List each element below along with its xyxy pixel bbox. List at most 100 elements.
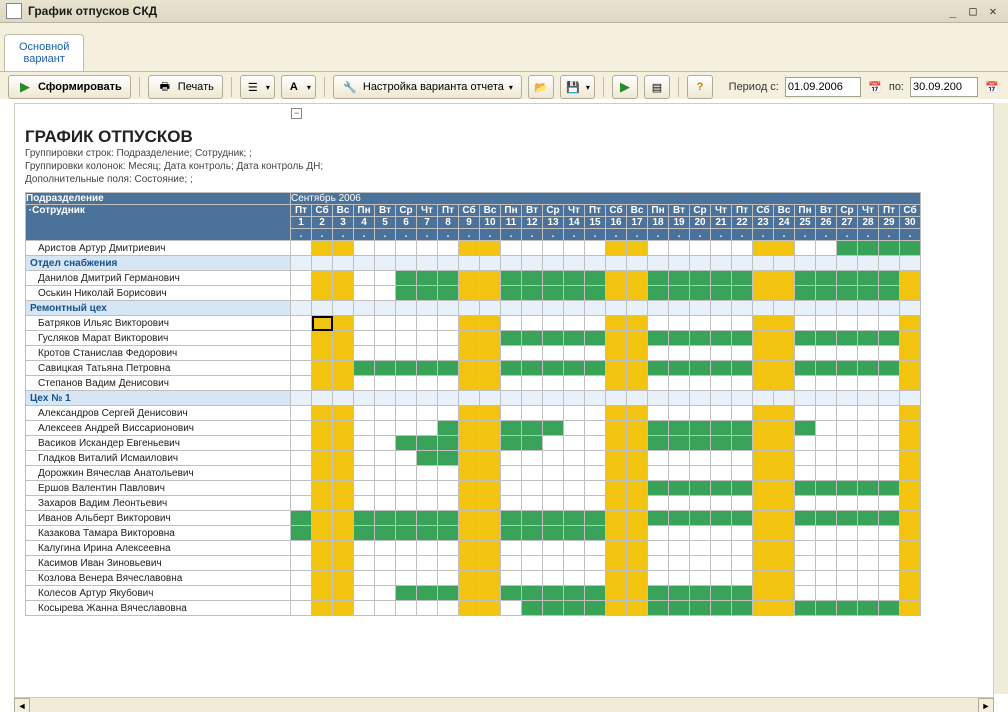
day-cell[interactable] xyxy=(669,601,690,616)
day-cell[interactable] xyxy=(795,571,816,586)
day-cell[interactable] xyxy=(837,526,858,541)
day-cell[interactable] xyxy=(732,271,753,286)
day-cell[interactable] xyxy=(858,346,879,361)
day-cell[interactable] xyxy=(522,271,543,286)
employee-row[interactable]: Савицкая Татьяна Петровна xyxy=(26,361,921,376)
day-cell[interactable] xyxy=(669,421,690,436)
day-cell[interactable] xyxy=(648,331,669,346)
day-cell[interactable] xyxy=(312,331,333,346)
period-from-input[interactable] xyxy=(785,77,861,97)
day-cell[interactable] xyxy=(879,496,900,511)
day-cell[interactable] xyxy=(795,481,816,496)
day-cell[interactable] xyxy=(501,601,522,616)
day-cell[interactable] xyxy=(501,481,522,496)
day-cell[interactable] xyxy=(816,316,837,331)
day-cell[interactable] xyxy=(774,376,795,391)
day-cell[interactable] xyxy=(396,346,417,361)
day-cell[interactable] xyxy=(438,346,459,361)
day-cell[interactable] xyxy=(879,286,900,301)
day-cell[interactable] xyxy=(333,601,354,616)
day-cell[interactable] xyxy=(711,286,732,301)
scroll-left-button[interactable]: ◄ xyxy=(14,698,30,712)
day-cell[interactable] xyxy=(690,271,711,286)
day-cell[interactable] xyxy=(543,466,564,481)
day-cell[interactable] xyxy=(816,586,837,601)
day-cell[interactable] xyxy=(648,571,669,586)
day-cell[interactable] xyxy=(312,496,333,511)
day-cell[interactable] xyxy=(816,451,837,466)
day-cell[interactable] xyxy=(375,316,396,331)
day-cell[interactable] xyxy=(459,406,480,421)
day-cell[interactable] xyxy=(333,316,354,331)
day-cell[interactable] xyxy=(858,496,879,511)
day-cell[interactable] xyxy=(606,526,627,541)
day-cell[interactable] xyxy=(669,271,690,286)
day-cell[interactable] xyxy=(774,436,795,451)
day-cell[interactable] xyxy=(669,316,690,331)
day-cell[interactable] xyxy=(333,556,354,571)
day-cell[interactable] xyxy=(501,286,522,301)
day-cell[interactable] xyxy=(627,541,648,556)
day-cell[interactable] xyxy=(690,556,711,571)
employee-row[interactable]: Кротов Станислав Федорович xyxy=(26,346,921,361)
day-cell[interactable] xyxy=(858,406,879,421)
day-cell[interactable] xyxy=(501,376,522,391)
day-cell[interactable] xyxy=(375,406,396,421)
day-cell[interactable] xyxy=(690,541,711,556)
day-cell[interactable] xyxy=(753,496,774,511)
employee-row[interactable]: Дорожкин Вячеслав Анатольевич xyxy=(26,466,921,481)
day-cell[interactable] xyxy=(858,571,879,586)
day-cell[interactable] xyxy=(837,496,858,511)
day-cell[interactable] xyxy=(900,316,921,331)
day-cell[interactable] xyxy=(312,601,333,616)
day-cell[interactable] xyxy=(627,466,648,481)
day-cell[interactable] xyxy=(459,451,480,466)
generate-button[interactable]: ▶ Сформировать xyxy=(8,75,131,99)
day-cell[interactable] xyxy=(585,526,606,541)
day-cell[interactable] xyxy=(774,571,795,586)
day-cell[interactable] xyxy=(291,481,312,496)
day-cell[interactable] xyxy=(480,271,501,286)
day-cell[interactable] xyxy=(438,526,459,541)
day-cell[interactable] xyxy=(858,331,879,346)
day-cell[interactable] xyxy=(795,541,816,556)
day-cell[interactable] xyxy=(522,466,543,481)
day-cell[interactable] xyxy=(543,571,564,586)
day-cell[interactable] xyxy=(732,571,753,586)
day-cell[interactable] xyxy=(669,511,690,526)
day-cell[interactable] xyxy=(396,511,417,526)
day-cell[interactable] xyxy=(711,481,732,496)
day-cell[interactable] xyxy=(438,421,459,436)
day-cell[interactable] xyxy=(732,361,753,376)
day-cell[interactable] xyxy=(459,241,480,256)
day-cell[interactable] xyxy=(291,376,312,391)
day-cell[interactable] xyxy=(648,466,669,481)
day-cell[interactable] xyxy=(396,496,417,511)
day-cell[interactable] xyxy=(291,316,312,331)
day-cell[interactable] xyxy=(501,571,522,586)
day-cell[interactable] xyxy=(480,481,501,496)
tab-main-variant[interactable]: Основной вариант xyxy=(4,34,84,71)
day-cell[interactable] xyxy=(564,571,585,586)
day-cell[interactable] xyxy=(543,361,564,376)
help-button[interactable]: ? xyxy=(687,75,713,99)
day-cell[interactable] xyxy=(795,361,816,376)
day-cell[interactable] xyxy=(396,436,417,451)
day-cell[interactable] xyxy=(354,436,375,451)
day-cell[interactable] xyxy=(690,406,711,421)
day-cell[interactable] xyxy=(354,286,375,301)
day-cell[interactable] xyxy=(585,436,606,451)
day-cell[interactable] xyxy=(396,571,417,586)
day-cell[interactable] xyxy=(438,406,459,421)
day-cell[interactable] xyxy=(795,406,816,421)
day-cell[interactable] xyxy=(774,406,795,421)
day-cell[interactable] xyxy=(837,361,858,376)
day-cell[interactable] xyxy=(900,586,921,601)
day-cell[interactable] xyxy=(753,376,774,391)
day-cell[interactable] xyxy=(564,406,585,421)
day-cell[interactable] xyxy=(375,376,396,391)
day-cell[interactable] xyxy=(585,421,606,436)
day-cell[interactable] xyxy=(627,346,648,361)
day-cell[interactable] xyxy=(879,346,900,361)
day-cell[interactable] xyxy=(564,241,585,256)
